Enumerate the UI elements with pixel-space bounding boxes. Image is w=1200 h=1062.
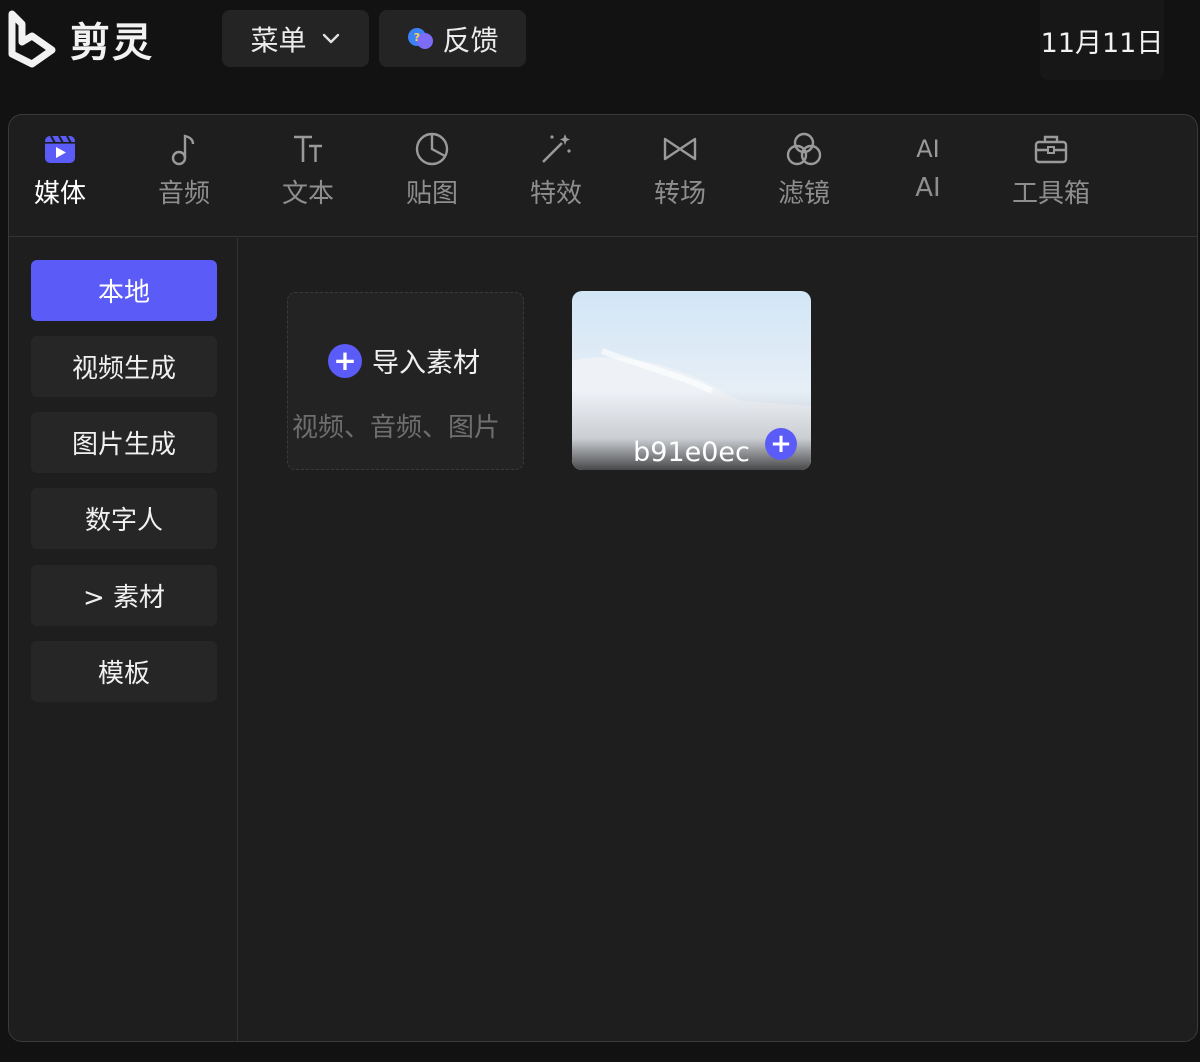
music-note-icon	[171, 134, 195, 166]
media-panel: 媒体 音频 文本 贴图 特效 转场 滤镜 AI AI 工具箱 本地 视频生成 图…	[8, 114, 1198, 1042]
media-icon	[45, 135, 75, 163]
tab-label: AI	[915, 173, 941, 203]
text-icon	[294, 135, 322, 162]
tab-label: 工具箱	[1011, 179, 1090, 209]
feedback-button[interactable]: ? 反馈	[379, 10, 526, 67]
import-media-button[interactable]: + 导入素材 视频、音频、图片	[287, 292, 524, 470]
tab-ai[interactable]: AI AI	[878, 129, 978, 229]
sidebar-item-materials[interactable]: > 素材	[31, 565, 217, 626]
tab-label: 文本	[281, 179, 334, 209]
menu-button[interactable]: 菜单	[222, 10, 369, 67]
sidebar-item-digital-human[interactable]: 数字人	[31, 488, 217, 549]
tab-media[interactable]: 媒体	[10, 129, 110, 229]
tab-label: 特效	[529, 179, 582, 209]
feedback-chat-icon: ?	[408, 27, 434, 49]
transition-icon	[663, 137, 697, 161]
plus-icon: +	[328, 343, 362, 378]
tab-label: 转场	[653, 179, 706, 209]
toolbox-icon	[1034, 135, 1068, 164]
menu-button-label: 菜单	[250, 23, 307, 57]
media-sidebar: 本地 视频生成 图片生成 数字人 > 素材 模板	[9, 238, 238, 1041]
tab-label: 贴图	[405, 179, 458, 209]
tab-toolbox[interactable]: 工具箱	[1001, 129, 1101, 229]
sidebar-item-video-generation[interactable]: 视频生成	[31, 336, 217, 397]
top-bar: 剪灵 菜单 ? 反馈 11月11日	[0, 0, 1200, 110]
filter-icon	[786, 132, 822, 166]
ai-icon: AI	[916, 135, 940, 163]
tab-transition[interactable]: 转场	[630, 129, 730, 229]
app-logo: 剪灵	[6, 10, 154, 68]
chevron-down-icon	[322, 33, 339, 43]
jianling-logo-icon	[8, 10, 56, 68]
tab-sticker[interactable]: 贴图	[382, 129, 482, 229]
date-text: 11月11日	[1040, 27, 1164, 59]
tab-label: 媒体	[33, 179, 86, 209]
tab-audio[interactable]: 音频	[134, 129, 234, 229]
magic-wand-icon	[542, 134, 571, 163]
tab-effects[interactable]: 特效	[506, 129, 606, 229]
tab-label: 滤镜	[777, 179, 830, 209]
sidebar-item-image-generation[interactable]: 图片生成	[31, 412, 217, 473]
add-to-timeline-button[interactable]: +	[765, 428, 797, 460]
svg-text:?: ?	[414, 31, 420, 44]
tab-text[interactable]: 文本	[258, 129, 358, 229]
sidebar-item-templates[interactable]: 模板	[31, 641, 217, 702]
feedback-button-label: 反馈	[442, 23, 499, 57]
category-tabs: 媒体 音频 文本 贴图 特效 转场 滤镜 AI AI 工具箱	[9, 115, 1197, 237]
sticker-icon	[415, 132, 449, 166]
sidebar-item-local[interactable]: 本地	[31, 260, 217, 321]
media-content: + 导入素材 视频、音频、图片 b91e0ec +	[239, 238, 1197, 1041]
import-subtitle: 视频、音频、图片	[292, 413, 501, 443]
app-name: 剪灵	[70, 20, 154, 66]
tab-label: 音频	[157, 179, 210, 209]
tab-filter[interactable]: 滤镜	[754, 129, 854, 229]
date-display: 11月11日	[1040, 0, 1164, 80]
import-title: 导入素材	[372, 348, 480, 379]
media-item[interactable]: b91e0ec +	[572, 291, 811, 470]
